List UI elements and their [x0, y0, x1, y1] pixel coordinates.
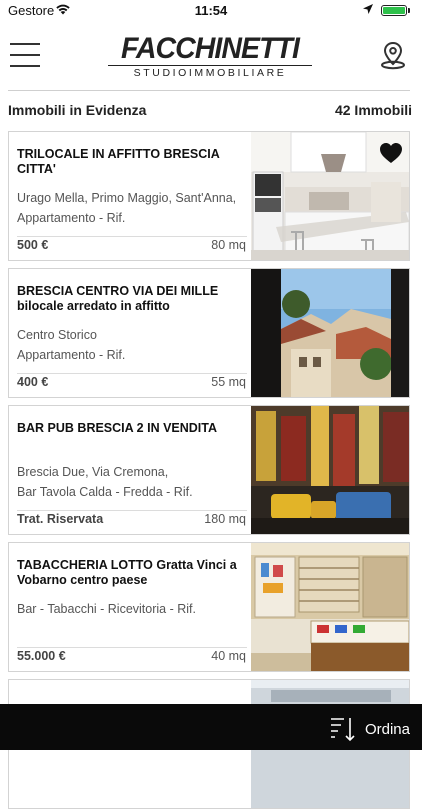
listing-size: 40 mq: [211, 649, 246, 663]
listing-type: Appartamento - Rif.: [17, 211, 126, 225]
app-header: FACCHINETTI STUDIOIMMOBILIARE: [0, 22, 422, 86]
listing-info: TRILOCALE IN AFFITTO BRESCIA CITTA' Urag…: [9, 132, 250, 260]
listing-price: Trat. Riservata: [17, 512, 104, 526]
listing-size: 180 mq: [204, 512, 246, 526]
listing-photo-view[interactable]: [251, 269, 409, 397]
favorite-heart-icon[interactable]: [379, 142, 403, 169]
battery-tip: [408, 8, 410, 13]
listing-card[interactable]: BAR PUB BRESCIA 2 IN VENDITA Brescia Due…: [8, 405, 410, 535]
listing-info: TABACCHERIA LOTTO Gratta Vinci a Vobarno…: [9, 543, 250, 671]
listing-size: 80 mq: [211, 238, 246, 252]
listing-description: Bar - Tabacchi - Ricevitoria - Rif.: [17, 599, 247, 619]
listing-location: Brescia Due, Via Cremona,: [17, 465, 169, 479]
map-pin-icon[interactable]: [378, 40, 408, 75]
listing-info: BRESCIA CENTRO VIA DEI MILLE bilocale ar…: [9, 269, 250, 397]
bottom-toolbar: Ordina: [0, 704, 422, 750]
listing-title: TABACCHERIA LOTTO Gratta Vinci a Vobarno…: [17, 558, 237, 587]
sort-icon: [330, 718, 355, 742]
status-bar: Gestore 11:54: [0, 0, 422, 22]
logo-subtitle: STUDIOIMMOBILIARE: [108, 65, 312, 79]
listing-price: 55.000 €: [17, 649, 66, 663]
clock: 11:54: [194, 3, 228, 18]
battery-icon: [381, 5, 407, 16]
listing-photo-bar[interactable]: [251, 406, 409, 534]
listing-info: BAR PUB BRESCIA 2 IN VENDITA Brescia Due…: [9, 406, 250, 534]
listing-description: Brescia Due, Via Cremona, Bar Tavola Cal…: [17, 462, 247, 502]
brand-logo: FACCHINETTI STUDIOIMMOBILIARE: [108, 34, 312, 79]
header-divider: [8, 90, 410, 91]
listing-photo-shop[interactable]: [251, 543, 409, 671]
listing-type: Bar Tavola Calda - Fredda - Rif.: [17, 485, 193, 499]
listing-card[interactable]: TABACCHERIA LOTTO Gratta Vinci a Vobarno…: [8, 542, 410, 672]
listing-price: 500 €: [17, 238, 49, 252]
listing-description: Urago Mella, Primo Maggio, Sant'Anna, Ap…: [17, 188, 247, 228]
sort-button[interactable]: Ordina: [329, 716, 410, 742]
listing-divider: [17, 647, 247, 648]
listing-title: BRESCIA CENTRO VIA DEI MILLE bilocale ar…: [17, 284, 219, 313]
listing-location: Bar - Tabacchi - Ricevitoria - Rif.: [17, 602, 196, 616]
listing-location: Centro Storico: [17, 328, 97, 342]
sort-label: Ordina: [364, 720, 410, 738]
listing-divider: [17, 236, 247, 237]
section-title: Immobili in Evidenza: [8, 102, 147, 118]
listing-title: BAR PUB BRESCIA 2 IN VENDITA: [17, 421, 218, 435]
listing-card[interactable]: TRILOCALE IN AFFITTO BRESCIA CITTA' Urag…: [8, 131, 410, 261]
listing-price: 400 €: [17, 375, 49, 389]
listing-divider: [17, 373, 247, 374]
listing-card[interactable]: BRESCIA CENTRO VIA DEI MILLE bilocale ar…: [8, 268, 410, 398]
listing-title: TRILOCALE IN AFFITTO BRESCIA CITTA': [17, 147, 220, 176]
results-count: 42 Immobili: [334, 102, 412, 118]
hamburger-menu-icon[interactable]: [10, 43, 40, 67]
listing-description: Centro Storico Appartamento - Rif.: [17, 325, 247, 365]
location-arrow-icon: [362, 3, 374, 18]
logo-title: FACCHINETTI: [121, 32, 300, 65]
listing-size: 55 mq: [211, 375, 246, 389]
listing-type: Appartamento - Rif.: [17, 348, 126, 362]
listing-photo-kitchen[interactable]: [251, 132, 409, 260]
listing-location: Urago Mella, Primo Maggio, Sant'Anna,: [17, 191, 237, 205]
listing-divider: [17, 510, 247, 511]
